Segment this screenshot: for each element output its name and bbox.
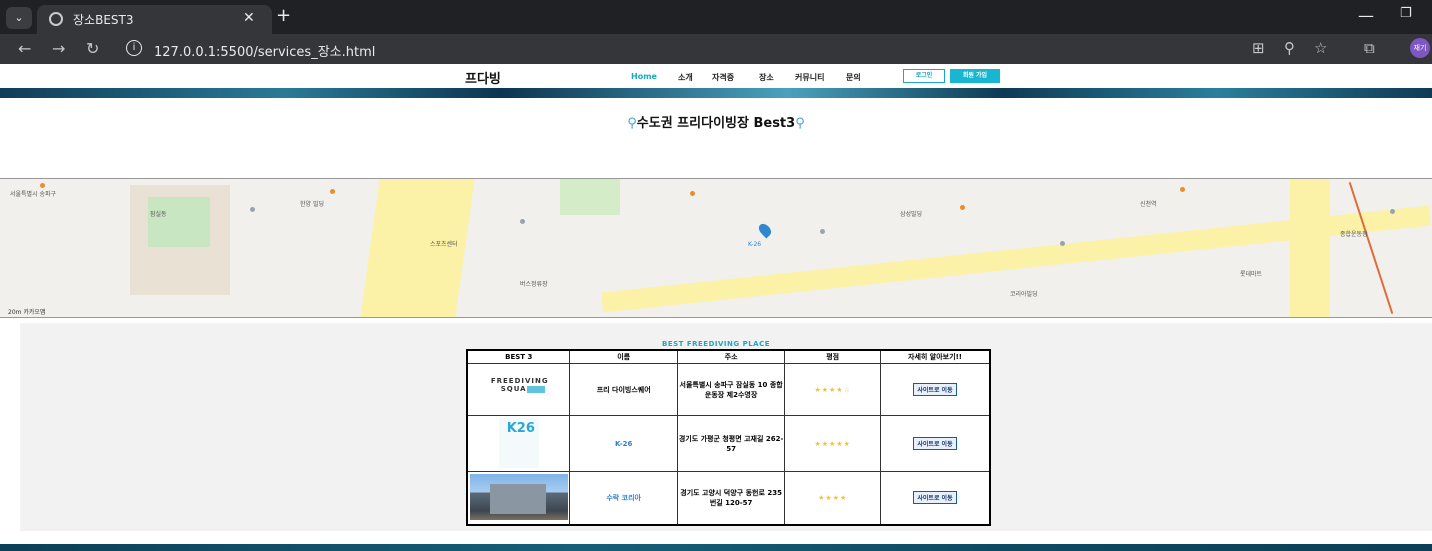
map-park — [148, 197, 210, 247]
ocean-banner-image — [0, 88, 1432, 98]
globe-icon — [49, 12, 63, 26]
rating-stars: ★★★★★ — [784, 415, 882, 472]
nav-contact[interactable]: 문의 — [846, 72, 861, 83]
bookmark-star-icon[interactable]: ☆ — [1314, 39, 1327, 57]
map-rail-line — [1348, 182, 1394, 314]
site-logo[interactable]: 프다빙 — [465, 68, 501, 87]
column-header: 이름 — [569, 349, 678, 364]
freediving-square-logo: FREEDIVING SQUARE — [490, 376, 549, 393]
kakao-map[interactable]: 서울특별시 송파구 잠실동 한양 빌딩 스포츠센터 버스정류장 삼성빌딩 코리아… — [0, 178, 1432, 318]
action-cell: 사이트로 이동 — [880, 363, 991, 416]
map-poi — [1390, 209, 1395, 214]
reload-icon[interactable]: ↻ — [86, 39, 99, 58]
place-name: K-26 — [569, 415, 678, 472]
location-pin-icon: ⚲ — [627, 116, 637, 131]
map-label: 잠실동 — [150, 211, 167, 218]
visit-site-button[interactable]: 사이트로 이동 — [913, 491, 957, 505]
map-poi — [1180, 187, 1185, 192]
translate-icon[interactable]: ⊞ — [1252, 39, 1265, 57]
zoom-icon[interactable]: ⚲ — [1284, 39, 1295, 57]
map-label: 서울특별시 송파구 — [10, 191, 57, 198]
visit-site-button[interactable]: 사이트로 이동 — [913, 437, 957, 450]
column-header: 주소 — [676, 349, 786, 364]
map-poi — [1060, 241, 1065, 246]
nav-community[interactable]: 커뮤니티 — [795, 72, 824, 83]
nav-about[interactable]: 소개 — [678, 72, 693, 83]
site-info-icon[interactable]: i — [126, 40, 142, 56]
map-label: 한양 빌딩 — [300, 201, 324, 208]
action-cell: 사이트로 이동 — [880, 471, 991, 525]
table-row: K26 K-26 경기도 가평군 청평면 고재길 262-57 ★★★★★ 사이… — [466, 415, 991, 472]
place-name: 프리 다이빙스퀘어 — [569, 363, 678, 416]
map-poi — [690, 191, 695, 196]
map-label: 버스정류장 — [520, 281, 548, 288]
visit-site-button[interactable]: 사이트로 이동 — [913, 383, 957, 396]
back-icon[interactable]: ← — [18, 39, 31, 58]
column-header: BEST 3 — [466, 349, 571, 364]
map-label: 코리아빌딩 — [1010, 291, 1038, 298]
building-photo — [469, 473, 568, 520]
page-title: ⚲수도권 프리다이빙장 Best3⚲ — [627, 116, 805, 131]
minimize-icon[interactable]: — — [1358, 6, 1374, 25]
map-poi — [520, 219, 525, 224]
nav-places[interactable]: 장소 — [759, 72, 774, 83]
map-poi — [820, 229, 825, 234]
map-scale: 20m 카카오맵 — [8, 309, 46, 316]
nav-license[interactable]: 자격증 — [712, 72, 734, 83]
place-logo-cell — [466, 471, 571, 525]
map-road — [1290, 179, 1330, 317]
map-poi — [250, 207, 255, 212]
map-label: 종합운동장 — [1340, 231, 1368, 238]
rating-stars: ★★★★☆ — [784, 363, 882, 416]
tab-title: 장소BEST3 — [73, 13, 134, 27]
nav-home[interactable]: Home — [631, 72, 657, 81]
map-poi — [40, 183, 45, 188]
map-label: 롯데마트 — [1240, 271, 1263, 278]
browser-tab[interactable]: 장소BEST3 ✕ — [37, 5, 272, 34]
rating-stars: ★★★★ — [784, 471, 882, 525]
map-park — [560, 179, 620, 215]
column-header: 평점 — [784, 349, 882, 364]
browser-tab-bar: ⌄ 장소BEST3 ✕ + — ❐ — [0, 0, 1432, 34]
browser-toolbar: ← → ↻ i 127.0.0.1:5500/services_장소.html … — [0, 34, 1432, 64]
place-address: 경기도 가평군 청평면 고재길 262-57 — [676, 415, 786, 472]
map-label: 신천역 — [1140, 201, 1157, 208]
map-label: 삼성빌딩 — [900, 211, 923, 218]
map-poi — [960, 205, 965, 210]
k26-logo: K26 — [498, 417, 539, 468]
map-road — [360, 179, 475, 317]
table-row: 수락 코리아 경기도 고양시 덕양구 동헌로 235번길 120-57 ★★★★… — [466, 471, 991, 525]
map-label: 스포츠센터 — [430, 241, 458, 248]
location-pin-icon: ⚲ — [795, 116, 805, 131]
signup-button[interactable]: 회원 가입 — [950, 69, 1000, 83]
table-header-row: BEST 3 이름 주소 평점 자세히 알아보기!! — [466, 349, 991, 364]
address-bar[interactable]: i 127.0.0.1:5500/services_장소.html — [118, 37, 1418, 61]
location-marker-icon[interactable] — [756, 221, 774, 239]
table-row: FREEDIVING SQUARE 프리 다이빙스퀘어 서울특별시 송파구 잠실… — [466, 363, 991, 416]
site-header: 프다빙 Home 소개 자격증 장소 커뮤니티 문의 로그인 회원 가입 — [0, 64, 1432, 88]
action-cell: 사이트로 이동 — [880, 415, 991, 472]
restore-window-icon[interactable]: ❐ — [1400, 6, 1412, 21]
column-header: 자세히 알아보기!! — [880, 349, 991, 364]
new-tab-icon[interactable]: + — [276, 5, 291, 26]
login-button[interactable]: 로그인 — [903, 69, 945, 83]
map-poi — [330, 189, 335, 194]
forward-icon[interactable]: → — [52, 39, 65, 58]
best-places-table: BEST 3 이름 주소 평점 자세히 알아보기!! FREEDIVING SQ… — [466, 349, 991, 526]
profile-avatar[interactable]: 재기 — [1410, 38, 1430, 58]
map-marker-label: K-26 — [748, 241, 762, 248]
place-address: 서울특별시 송파구 잠실동 10 종합운동장 제2수영장 — [676, 363, 786, 416]
place-logo-cell: K26 — [466, 415, 571, 472]
place-name: 수락 코리아 — [569, 471, 678, 525]
url-text: 127.0.0.1:5500/services_장소.html — [154, 45, 376, 60]
close-tab-icon[interactable]: ✕ — [243, 10, 255, 26]
extensions-icon[interactable]: ⧉ — [1364, 39, 1375, 57]
footer-banner — [0, 544, 1432, 551]
place-address: 경기도 고양시 덕양구 동헌로 235번길 120-57 — [676, 471, 786, 525]
tab-search-chevron-icon[interactable]: ⌄ — [6, 7, 32, 29]
place-logo-cell: FREEDIVING SQUARE — [466, 363, 571, 416]
section-title: BEST FREEDIVING PLACE — [661, 340, 770, 348]
